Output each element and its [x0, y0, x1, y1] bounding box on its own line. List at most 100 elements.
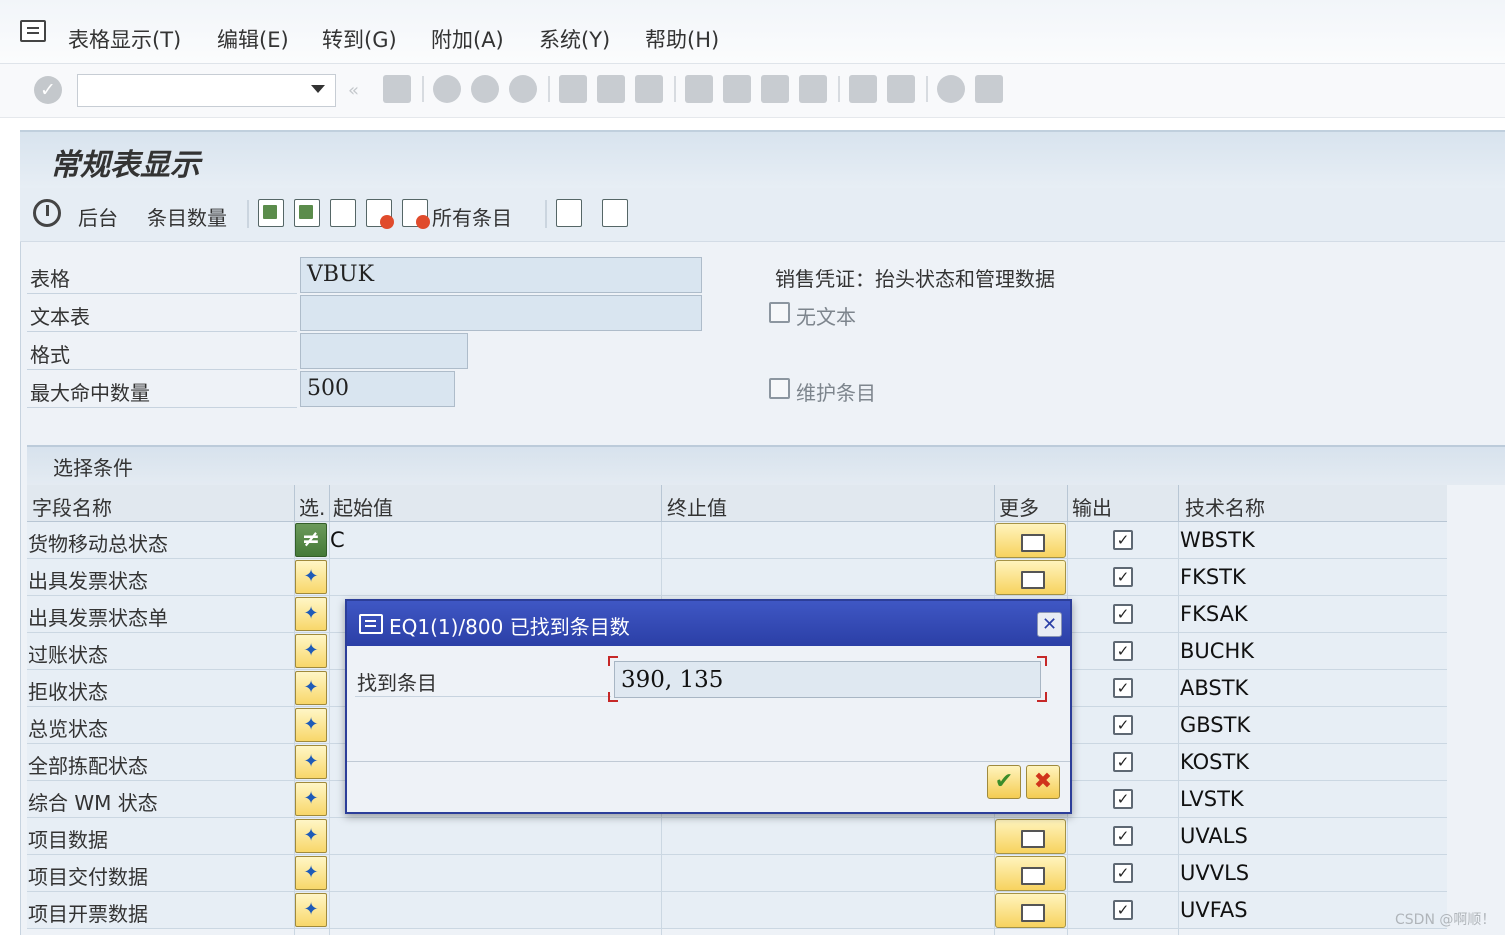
selection-option-icon[interactable]: ✦ [295, 819, 327, 853]
max-hits-label: 最大命中数量 [30, 381, 150, 405]
multiple-selection-button[interactable] [995, 560, 1066, 595]
next-page-icon[interactable] [761, 75, 789, 103]
text-table-label: 文本表 [30, 305, 90, 329]
find-next-icon[interactable] [635, 75, 663, 103]
background-clock-icon[interactable] [33, 199, 61, 227]
format-input[interactable] [300, 333, 468, 369]
first-page-icon[interactable] [685, 75, 713, 103]
technical-name-cell: BUCHK [1180, 639, 1255, 663]
focus-indicator [608, 656, 618, 666]
select-block-icon[interactable] [294, 199, 320, 227]
output-checkbox[interactable]: ✓ [1113, 530, 1133, 550]
output-checkbox[interactable]: ✓ [1113, 567, 1133, 587]
delete-selection-icon[interactable] [366, 199, 394, 229]
number-of-entries-button[interactable]: 条目数量 [147, 202, 227, 231]
selection-option-icon[interactable]: ✦ [295, 745, 327, 779]
not-equal-option-icon[interactable]: ≠ [295, 523, 327, 557]
maintain-entries-checkbox[interactable] [769, 378, 790, 399]
shortcut-icon[interactable] [887, 75, 915, 103]
col-separator [329, 485, 330, 522]
col-start-value[interactable]: 起始值 [333, 492, 393, 521]
multiple-selection-button[interactable] [995, 856, 1066, 891]
output-checkbox[interactable]: ✓ [1113, 900, 1133, 920]
col-more[interactable]: 更多 [999, 492, 1039, 521]
multiple-selection-button[interactable] [995, 893, 1066, 928]
toolbar-separator [548, 76, 550, 102]
text-table-input[interactable] [300, 295, 702, 331]
new-session-icon[interactable] [849, 75, 877, 103]
selection-option-icon[interactable]: ✦ [295, 782, 327, 816]
help-icon[interactable] [937, 75, 965, 103]
col-field-name[interactable]: 字段名称 [32, 492, 112, 521]
selection-option-icon[interactable]: ✦ [295, 634, 327, 668]
selection-option-icon[interactable]: ✦ [295, 560, 327, 594]
output-checkbox[interactable]: ✓ [1113, 678, 1133, 698]
toolbar-separator [422, 76, 424, 102]
col-option[interactable]: 选. [299, 492, 325, 521]
find-icon[interactable] [597, 75, 625, 103]
technical-name-cell: FKSAK [1180, 602, 1248, 626]
selection-option-icon[interactable]: ✦ [295, 856, 327, 890]
start-value-input[interactable]: C [330, 528, 345, 552]
exit-icon[interactable] [471, 75, 499, 103]
all-entries-icon[interactable] [402, 199, 430, 229]
back-nav-icon[interactable] [433, 75, 461, 103]
selection-option-icon[interactable]: ✦ [295, 671, 327, 705]
toolbar-separator [545, 200, 547, 228]
no-text-checkbox[interactable] [769, 302, 790, 323]
selection-option-icon[interactable]: ✦ [295, 893, 327, 927]
toolbar-separator [674, 76, 676, 102]
maintain-entries-label: 维护条目 [796, 381, 876, 405]
last-page-icon[interactable] [799, 75, 827, 103]
menu-edit[interactable]: 编辑(E) [217, 24, 289, 54]
multiple-selection-button[interactable] [995, 819, 1066, 854]
print-icon[interactable] [559, 75, 587, 103]
menu-help[interactable]: 帮助(H) [645, 24, 719, 54]
menu-icon[interactable] [20, 20, 46, 42]
output-checkbox[interactable]: ✓ [1113, 641, 1133, 661]
page-title: 常规表显示 [50, 148, 200, 183]
background-button[interactable]: 后台 [78, 202, 118, 231]
all-entries-button[interactable]: 所有条目 [432, 202, 512, 231]
select-all-icon[interactable] [258, 199, 284, 227]
output-checkbox[interactable]: ✓ [1113, 604, 1133, 624]
entries-found-value[interactable]: 390, 135 [614, 661, 1041, 698]
menu-extras[interactable]: 附加(A) [431, 24, 504, 54]
layout-icon[interactable] [975, 75, 1003, 103]
selection-option-icon[interactable]: ✦ [295, 708, 327, 742]
field-name-cell: 出具发票状态 [28, 569, 148, 593]
selection-option-icon[interactable]: ✦ [295, 597, 327, 631]
focus-indicator [1037, 692, 1047, 702]
back-icon[interactable]: « [348, 80, 359, 101]
output-checkbox[interactable]: ✓ [1113, 752, 1133, 772]
field-selection-icon[interactable] [556, 199, 582, 227]
export-icon[interactable] [602, 199, 628, 227]
max-hits-input[interactable]: 500 [300, 371, 455, 407]
col-technical-name[interactable]: 技术名称 [1185, 492, 1265, 521]
toolbar-separator [247, 200, 249, 228]
output-checkbox[interactable]: ✓ [1113, 789, 1133, 809]
dialog-title-bar[interactable]: EQ1(1)/800 已找到条目数 ✕ [347, 601, 1070, 646]
col-separator [1178, 485, 1179, 522]
menu-table-display[interactable]: 表格显示(T) [68, 24, 181, 54]
command-field[interactable] [77, 74, 336, 107]
cancel-icon[interactable] [509, 75, 537, 103]
output-checkbox[interactable]: ✓ [1113, 826, 1133, 846]
close-icon[interactable]: ✕ [1037, 612, 1062, 637]
cancel-button[interactable]: ✖ [1026, 765, 1060, 799]
confirm-button[interactable]: ✔ [987, 765, 1021, 799]
field-name-cell: 项目交付数据 [28, 865, 148, 889]
table-input[interactable]: VBUK [300, 257, 702, 293]
col-output[interactable]: 输出 [1072, 492, 1112, 521]
output-checkbox[interactable]: ✓ [1113, 715, 1133, 735]
menu-goto[interactable]: 转到(G) [322, 24, 397, 54]
enter-icon[interactable]: ✓ [34, 76, 62, 104]
multiple-selection-button[interactable] [995, 523, 1066, 558]
menu-system[interactable]: 系统(Y) [539, 24, 610, 54]
prev-page-icon[interactable] [723, 75, 751, 103]
deselect-all-icon[interactable] [330, 199, 356, 227]
chevron-down-icon[interactable] [311, 85, 325, 93]
save-icon[interactable] [383, 75, 411, 103]
col-end-value[interactable]: 终止值 [667, 492, 727, 521]
output-checkbox[interactable]: ✓ [1113, 863, 1133, 883]
